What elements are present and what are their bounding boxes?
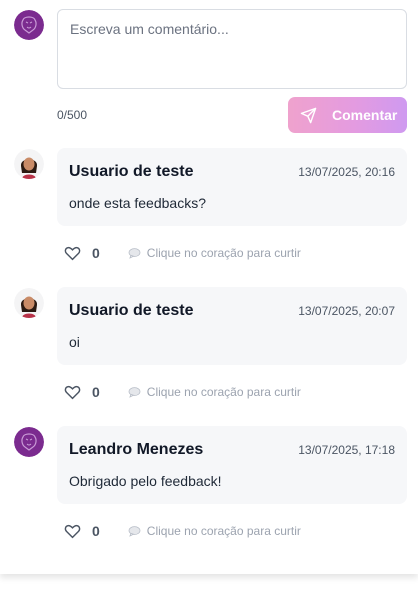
comments-panel: 0/500 Comentar Usuario de teste 13/07/20…: [0, 0, 418, 574]
submit-button-label: Comentar: [332, 107, 398, 123]
comment-card: Usuario de teste 13/07/2025, 20:07 oi: [57, 287, 407, 365]
comment-text: oi: [69, 334, 80, 350]
like-row: 0 Clique no coração para curtir: [64, 243, 301, 263]
like-hint-text: Clique no coração para curtir: [146, 385, 301, 399]
like-count: 0: [92, 245, 100, 261]
comment-date: 13/07/2025, 20:07: [298, 304, 395, 318]
comment-card: Usuario de teste 13/07/2025, 20:16 onde …: [57, 148, 407, 226]
like-hint-text: Clique no coração para curtir: [146, 524, 301, 538]
comment-card: Leandro Menezes 13/07/2025, 17:18 Obriga…: [57, 426, 407, 504]
like-count: 0: [92, 523, 100, 539]
like-hint: Clique no coração para curtir: [128, 246, 301, 260]
comment-input[interactable]: [57, 9, 407, 89]
comment-author-avatar: [14, 427, 44, 457]
like-button[interactable]: 0: [64, 523, 100, 539]
submit-comment-button[interactable]: Comentar: [288, 97, 407, 133]
comment-author: Usuario de teste: [69, 163, 194, 180]
like-button[interactable]: 0: [64, 384, 100, 400]
comment-text: Obrigado pelo feedback!: [69, 473, 222, 489]
like-row: 0 Clique no coração para curtir: [64, 521, 301, 541]
like-hint-text: Clique no coração para curtir: [146, 246, 301, 260]
heart-icon: [64, 524, 81, 539]
speech-bubble-icon: [128, 525, 141, 537]
char-counter: 0/500: [57, 108, 88, 122]
comment-text: onde esta feedbacks?: [69, 195, 206, 211]
heart-icon: [64, 385, 81, 400]
comment-author: Leandro Menezes: [69, 441, 204, 458]
lion-crest-icon: [14, 427, 44, 457]
like-row: 0 Clique no coração para curtir: [64, 382, 301, 402]
lion-crest-icon: [14, 10, 44, 40]
woman-avatar-icon: [14, 288, 44, 318]
comment-author: Usuario de teste: [69, 302, 194, 319]
woman-avatar-icon: [14, 149, 44, 179]
like-count: 0: [92, 384, 100, 400]
like-hint: Clique no coração para curtir: [128, 524, 301, 538]
comment-date: 13/07/2025, 17:18: [298, 443, 395, 457]
like-button[interactable]: 0: [64, 245, 100, 261]
comment-author-avatar: [14, 288, 44, 318]
speech-bubble-icon: [128, 386, 141, 398]
comment-author-avatar: [14, 149, 44, 179]
send-icon: [300, 107, 317, 124]
speech-bubble-icon: [128, 247, 141, 259]
heart-icon: [64, 246, 81, 261]
like-hint: Clique no coração para curtir: [128, 385, 301, 399]
comment-date: 13/07/2025, 20:16: [298, 165, 395, 179]
current-user-avatar: [14, 10, 44, 40]
